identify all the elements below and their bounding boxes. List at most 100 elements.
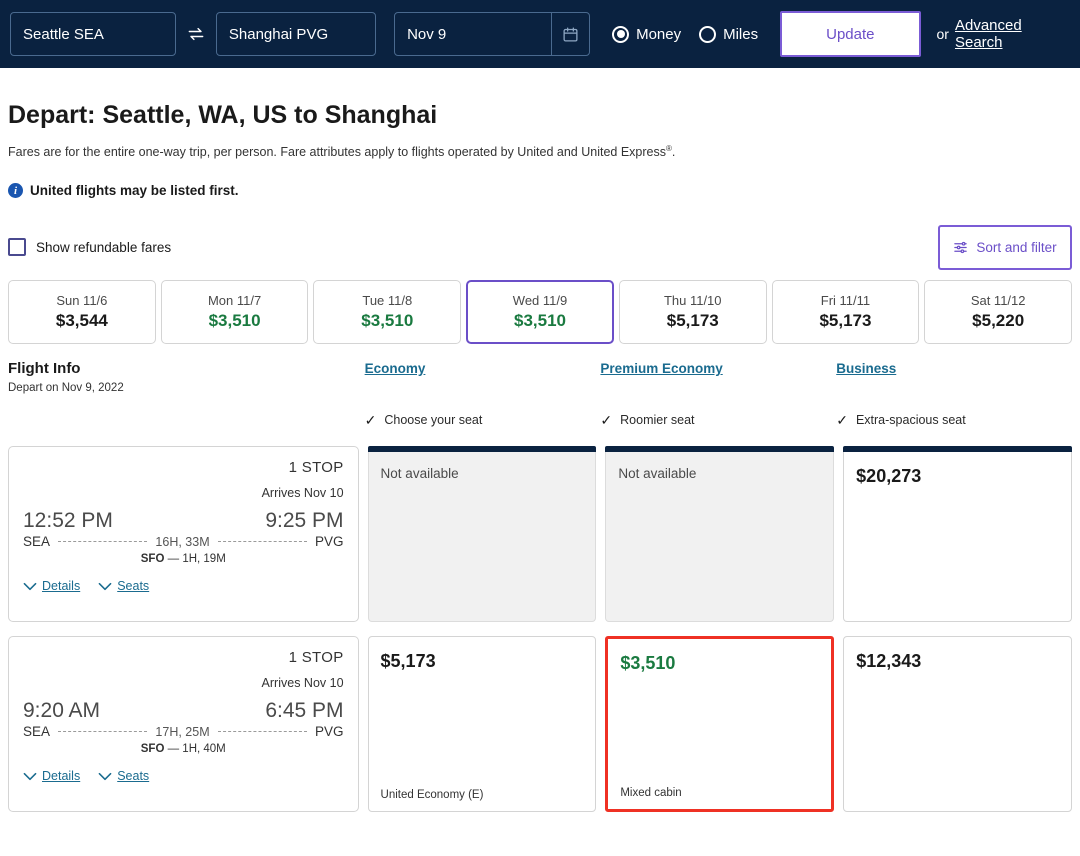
fare-price: $20,273 bbox=[856, 466, 922, 487]
origin-value: Seattle SEA bbox=[23, 25, 104, 43]
details-label: Details bbox=[42, 769, 81, 784]
date-card[interactable]: Wed 11/9 $3,510 bbox=[466, 280, 614, 345]
date-card-price: $5,173 bbox=[819, 311, 872, 331]
destination-code: PVG bbox=[315, 534, 344, 550]
date-card-day: Fri 11/11 bbox=[820, 293, 871, 309]
info-icon: i bbox=[8, 183, 23, 199]
flight-result-row: 1 STOP Arrives Nov 10 12:52 PM 9:25 PM SEA 16… bbox=[8, 446, 1072, 623]
calendar-icon-button[interactable] bbox=[551, 13, 589, 55]
date-card-day: Tue 11/8 bbox=[362, 293, 413, 309]
flight-info-card: 1 STOP Arrives Nov 10 12:52 PM 9:25 PM SEA 16… bbox=[8, 446, 359, 623]
card-links: Details Seats bbox=[23, 769, 344, 783]
arrival-date: Arrives Nov 10 bbox=[261, 676, 344, 691]
connection-info: SFO — 1H, 40M bbox=[23, 743, 344, 755]
connection-duration: 1H, 40M bbox=[182, 743, 226, 756]
fare-price: $5,173 bbox=[380, 651, 436, 672]
advanced-search-link[interactable]: Advanced Search bbox=[955, 17, 1072, 51]
date-card-day: Thu 11/10 bbox=[663, 293, 722, 309]
details-link[interactable]: Details bbox=[23, 769, 80, 783]
fare-type-radio-group: Money Miles bbox=[612, 25, 758, 43]
connection-separator: — bbox=[167, 553, 180, 566]
date-card-day: Sat 11/12 bbox=[970, 293, 1026, 309]
fare-cell[interactable]: $12,343 bbox=[843, 636, 1072, 813]
cabin-economy-link[interactable]: Economy bbox=[365, 361, 426, 376]
connection-code: SFO bbox=[140, 743, 165, 756]
route-dash-right bbox=[217, 541, 308, 543]
flight-times: 9:20 AM 6:45 PM bbox=[23, 699, 344, 723]
stops-count: 1 STOP bbox=[288, 649, 344, 667]
flight-info-title: Flight Info bbox=[8, 360, 81, 378]
total-duration: 17H, 25M bbox=[155, 724, 210, 739]
flight-times: 12:52 PM 9:25 PM bbox=[23, 509, 344, 533]
date-card-price: $5,173 bbox=[666, 311, 719, 331]
route-dash-right bbox=[217, 731, 308, 733]
fare-price: $3,510 bbox=[620, 653, 676, 674]
fare-unavailable-label: Not available bbox=[380, 466, 459, 482]
details-link[interactable]: Details bbox=[23, 579, 80, 593]
connection-separator: — bbox=[167, 743, 180, 756]
depart-time: 9:20 AM bbox=[23, 699, 101, 723]
stops-count: 1 STOP bbox=[288, 459, 344, 477]
flight-results: 1 STOP Arrives Nov 10 12:52 PM 9:25 PM SEA 16… bbox=[8, 446, 1072, 813]
date-card[interactable]: Sat 11/12 $5,220 bbox=[924, 280, 1073, 345]
date-card-day: Mon 11/7 bbox=[207, 293, 262, 309]
connection-code: SFO bbox=[140, 553, 165, 566]
fare-cell[interactable]: $20,273 bbox=[843, 446, 1072, 623]
fare-cabin-label: Mixed cabin bbox=[620, 787, 682, 800]
swap-origin-destination-button[interactable] bbox=[176, 12, 216, 56]
date-card[interactable]: Sun 11/6 $3,544 bbox=[8, 280, 156, 345]
fare-cell: Not available bbox=[605, 446, 835, 623]
date-card[interactable]: Thu 11/10 $5,173 bbox=[618, 280, 767, 345]
fare-cell: Not available bbox=[367, 446, 597, 623]
calendar-icon bbox=[563, 26, 578, 42]
radio-miles[interactable]: Miles bbox=[699, 25, 758, 43]
page-title: Depart: Seattle, WA, US to Shanghai bbox=[8, 101, 438, 129]
date-card-price: $3,544 bbox=[55, 311, 108, 331]
fare-note-text: Fares are for the entire one-way trip, p… bbox=[8, 145, 666, 160]
details-label: Details bbox=[42, 579, 81, 594]
origin-code: SEA bbox=[23, 534, 51, 550]
radio-money-indicator bbox=[612, 25, 630, 43]
refundable-fares-checkbox[interactable]: Show refundable fares bbox=[8, 238, 172, 257]
arrive-time: 6:45 PM bbox=[265, 699, 344, 723]
united-first-notice: i United flights may be listed first. bbox=[8, 183, 1072, 199]
chevron-down-icon bbox=[98, 582, 112, 590]
date-card[interactable]: Tue 11/8 $3,510 bbox=[313, 280, 462, 345]
route-line: SEA 17H, 25M PVG bbox=[23, 724, 344, 739]
card-links: Details Seats bbox=[23, 579, 344, 593]
destination-input[interactable]: Shanghai PVG bbox=[215, 12, 377, 56]
date-price-strip: Sun 11/6 $3,544 Mon 11/7 $3,510 Tue 11/8 $3,5… bbox=[8, 280, 1073, 345]
swap-arrows-icon bbox=[188, 27, 204, 41]
route-dash-left bbox=[58, 541, 148, 543]
chevron-down-icon bbox=[23, 582, 37, 590]
date-card[interactable]: Fri 11/11 $5,173 bbox=[771, 280, 920, 345]
update-button[interactable]: Update bbox=[780, 11, 921, 57]
seats-label: Seats bbox=[117, 579, 150, 594]
seats-link[interactable]: Seats bbox=[98, 579, 149, 593]
fare-unavailable-label: Not available bbox=[618, 466, 697, 482]
seats-link[interactable]: Seats bbox=[98, 769, 149, 783]
or-label: or bbox=[936, 26, 949, 42]
cabin-premium-economy: Premium Economy bbox=[600, 360, 836, 422]
cabin-premium-economy-link[interactable]: Premium Economy bbox=[600, 361, 722, 376]
fare-cell[interactable]: $5,173 United Economy (E) bbox=[367, 636, 597, 813]
date-value: Nov 9 bbox=[407, 25, 447, 43]
arrive-time: 9:25 PM bbox=[265, 509, 344, 533]
total-duration: 16H, 33M bbox=[155, 534, 210, 549]
destination-code: PVG bbox=[315, 724, 344, 740]
origin-input[interactable]: Seattle SEA bbox=[10, 12, 177, 56]
refundable-checkbox-box bbox=[8, 238, 26, 257]
date-card[interactable]: Mon 11/7 $3,510 bbox=[160, 280, 309, 345]
connection-info: SFO — 1H, 19M bbox=[23, 553, 344, 565]
date-card-price: $3,510 bbox=[514, 311, 567, 331]
sort-and-filter-button[interactable]: Sort and filter bbox=[938, 224, 1072, 270]
route-dash-left bbox=[58, 731, 148, 733]
date-input[interactable]: Nov 9 bbox=[394, 12, 591, 56]
refundable-fares-label: Show refundable fares bbox=[36, 239, 172, 255]
arrival-date: Arrives Nov 10 bbox=[261, 486, 344, 501]
cabin-business-link[interactable]: Business bbox=[836, 361, 896, 376]
seats-label: Seats bbox=[117, 769, 150, 784]
radio-money[interactable]: Money bbox=[612, 25, 681, 43]
depart-time: 12:52 PM bbox=[23, 509, 113, 533]
fare-cell[interactable]: $3,510 Mixed cabin bbox=[605, 636, 835, 813]
